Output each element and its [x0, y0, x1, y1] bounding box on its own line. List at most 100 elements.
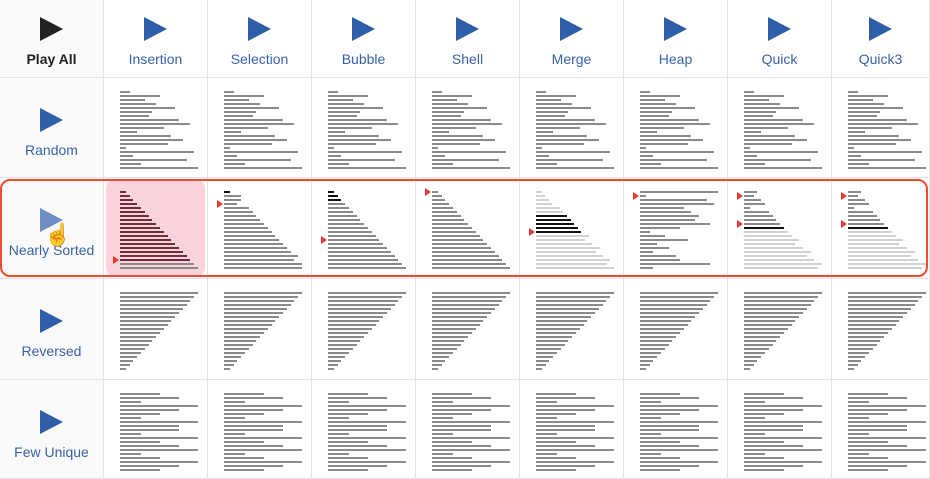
sort-cell[interactable] [520, 279, 624, 380]
bar [536, 115, 565, 117]
bar [224, 227, 268, 229]
sort-cell[interactable] [728, 279, 832, 380]
bar [536, 107, 591, 109]
sort-cell[interactable] [728, 178, 832, 279]
bar [328, 251, 391, 253]
sort-cell[interactable] [520, 178, 624, 279]
bar [224, 191, 230, 193]
bar [432, 393, 472, 395]
bar [640, 95, 680, 97]
sort-cell[interactable] [104, 78, 208, 178]
bar [536, 332, 576, 334]
bar [432, 421, 510, 423]
sort-cell[interactable] [832, 178, 930, 279]
bar [848, 397, 907, 399]
bar [744, 465, 803, 467]
bar [848, 199, 865, 201]
bar [744, 131, 761, 133]
bar [744, 461, 822, 463]
bar [848, 95, 888, 97]
sort-cell[interactable] [312, 178, 416, 279]
sort-cell[interactable] [624, 380, 728, 479]
bar [120, 344, 149, 346]
sort-cell[interactable] [104, 178, 208, 279]
bar [120, 332, 160, 334]
bar [432, 131, 449, 133]
play-algorithm-insertion[interactable]: Insertion [104, 0, 208, 78]
bar [328, 469, 368, 471]
bar [432, 465, 491, 467]
bar [432, 219, 464, 221]
sort-cell[interactable] [520, 380, 624, 479]
play-algorithm-quick3[interactable]: Quick3 [832, 0, 930, 78]
bar [120, 119, 179, 121]
bar [744, 312, 803, 314]
bar [744, 421, 822, 423]
sort-cell[interactable] [208, 279, 312, 380]
bar [640, 143, 688, 145]
bar [848, 437, 926, 439]
sort-cell[interactable] [312, 78, 416, 178]
bar [744, 231, 788, 233]
bar [536, 199, 549, 201]
sort-cell[interactable] [104, 279, 208, 380]
bar [120, 401, 141, 403]
bar [432, 441, 472, 443]
bar [744, 259, 814, 261]
bar [744, 239, 799, 241]
bar [224, 393, 264, 395]
bar [224, 207, 249, 209]
play-algorithm-heap[interactable]: Heap [624, 0, 728, 78]
play-row-random[interactable]: Random [0, 78, 104, 178]
bar [432, 409, 491, 411]
bar [848, 155, 861, 157]
play-row-few-unique[interactable]: Few Unique [0, 380, 104, 479]
sort-cell[interactable] [208, 380, 312, 479]
bar [536, 308, 599, 310]
sort-grid: Play All Insertion Selection Bubble Shell Me… [0, 0, 930, 479]
bar [640, 211, 691, 213]
play-algorithm-merge[interactable]: Merge [520, 0, 624, 78]
bar [224, 163, 245, 165]
play-algorithm-selection[interactable]: Selection [208, 0, 312, 78]
sort-cell[interactable] [208, 78, 312, 178]
play-algorithm-quick[interactable]: Quick [728, 0, 832, 78]
play-row-reversed[interactable]: Reversed [0, 279, 104, 380]
sort-cell[interactable] [832, 78, 930, 178]
sort-cell[interactable] [312, 380, 416, 479]
bar [328, 324, 376, 326]
sort-cell[interactable] [208, 178, 312, 279]
bar [432, 364, 442, 366]
bar [848, 449, 926, 451]
algorithm-label: Merge [551, 51, 592, 67]
bar [224, 441, 264, 443]
play-icon [664, 17, 687, 41]
sort-cell[interactable] [624, 78, 728, 178]
sort-cell[interactable] [416, 380, 520, 479]
bar [848, 151, 922, 153]
bar [640, 127, 684, 129]
sort-cell[interactable] [624, 279, 728, 380]
bar [120, 263, 194, 265]
bar [744, 163, 765, 165]
sort-cell[interactable] [416, 279, 520, 380]
sort-cell[interactable] [312, 279, 416, 380]
bar [328, 191, 334, 193]
bar [120, 91, 130, 93]
sort-cell[interactable] [832, 279, 930, 380]
play-all-button[interactable]: Play All [0, 0, 104, 78]
bar [120, 413, 160, 415]
sort-cell[interactable] [832, 380, 930, 479]
sort-cell[interactable] [728, 380, 832, 479]
sort-cell[interactable] [728, 78, 832, 178]
sort-cell[interactable] [104, 380, 208, 479]
bar [536, 103, 572, 105]
sort-cell[interactable] [624, 178, 728, 279]
sort-cell[interactable] [416, 178, 520, 279]
play-algorithm-bubble[interactable]: Bubble [312, 0, 416, 78]
play-algorithm-shell[interactable]: Shell [416, 0, 520, 78]
bar [848, 393, 888, 395]
sort-cell[interactable] [520, 78, 624, 178]
bar [536, 131, 553, 133]
sort-cell[interactable] [416, 78, 520, 178]
